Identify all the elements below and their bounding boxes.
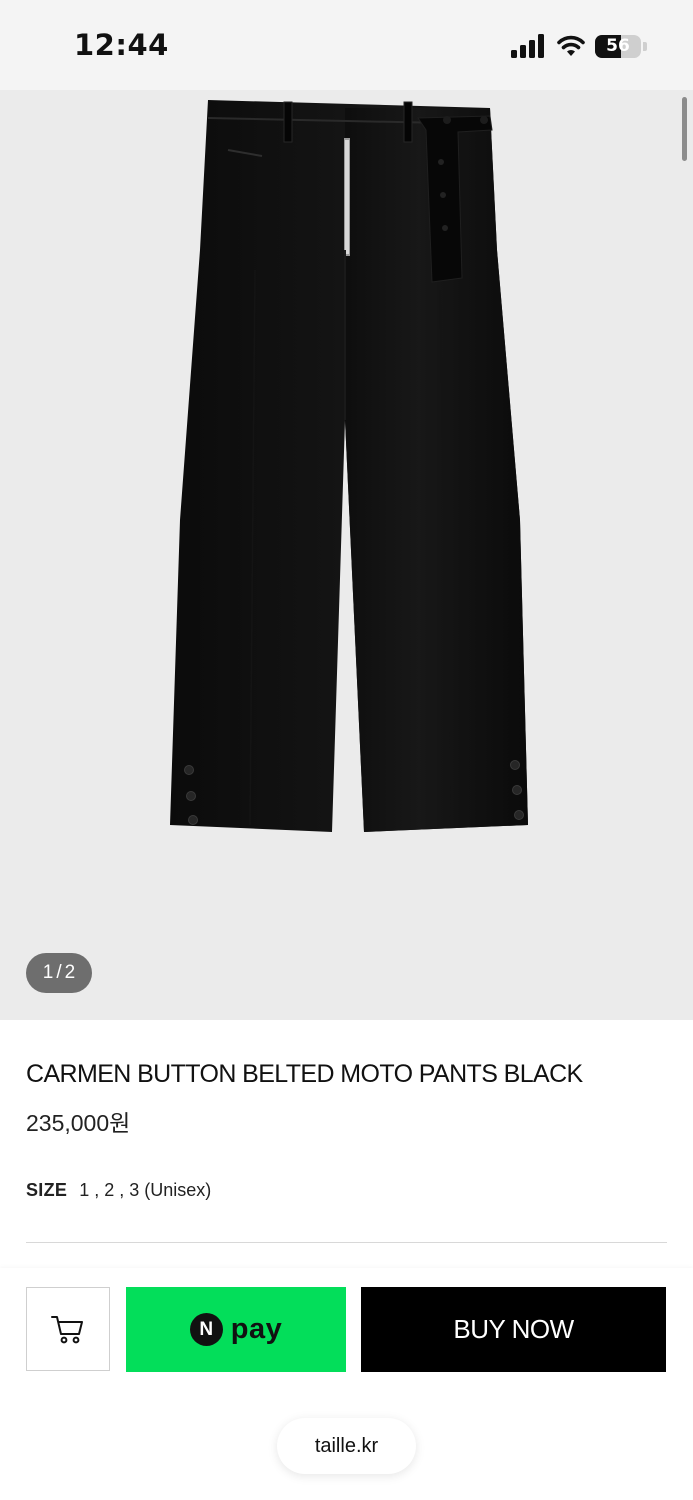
divider xyxy=(26,1242,667,1243)
battery-percent: 56 xyxy=(606,36,630,56)
total-pages: 2 xyxy=(64,962,76,983)
status-bar: 12:44 56 xyxy=(0,0,693,90)
cart-icon xyxy=(51,1316,83,1344)
product-image[interactable] xyxy=(0,90,693,1020)
current-page: 1 xyxy=(42,962,54,983)
product-price: 235,000원 xyxy=(26,1110,131,1136)
scrollbar-thumb[interactable] xyxy=(682,97,687,161)
naver-pay-button[interactable]: N pay xyxy=(126,1287,346,1372)
wifi-icon xyxy=(557,35,585,56)
battery-icon: 56 xyxy=(595,34,641,58)
status-icons: 56 xyxy=(511,33,647,59)
product-gallery[interactable] xyxy=(0,90,693,1020)
browser-url-bar[interactable]: taille.kr xyxy=(277,1418,416,1474)
signal-icon xyxy=(511,34,544,58)
product-title: CARMEN BUTTON BELTED MOTO PANTS BLACK xyxy=(26,1060,583,1088)
buy-now-button[interactable]: BUY NOW xyxy=(361,1287,666,1372)
gallery-page-indicator: 1 / 2 xyxy=(26,953,92,993)
add-to-cart-button[interactable] xyxy=(26,1287,110,1371)
size-values: 1 , 2 , 3 (Unisex) xyxy=(79,1180,212,1200)
status-time: 12:44 xyxy=(74,28,169,62)
page-separator: / xyxy=(56,962,62,983)
naver-pay-logo-icon: N xyxy=(189,1313,223,1346)
size-label: SIZE xyxy=(26,1180,68,1200)
naver-pay-label: pay xyxy=(230,1313,283,1345)
size-info: SIZE 1 , 2 , 3 (Unisex) xyxy=(26,1180,211,1201)
battery-nub xyxy=(643,41,647,51)
